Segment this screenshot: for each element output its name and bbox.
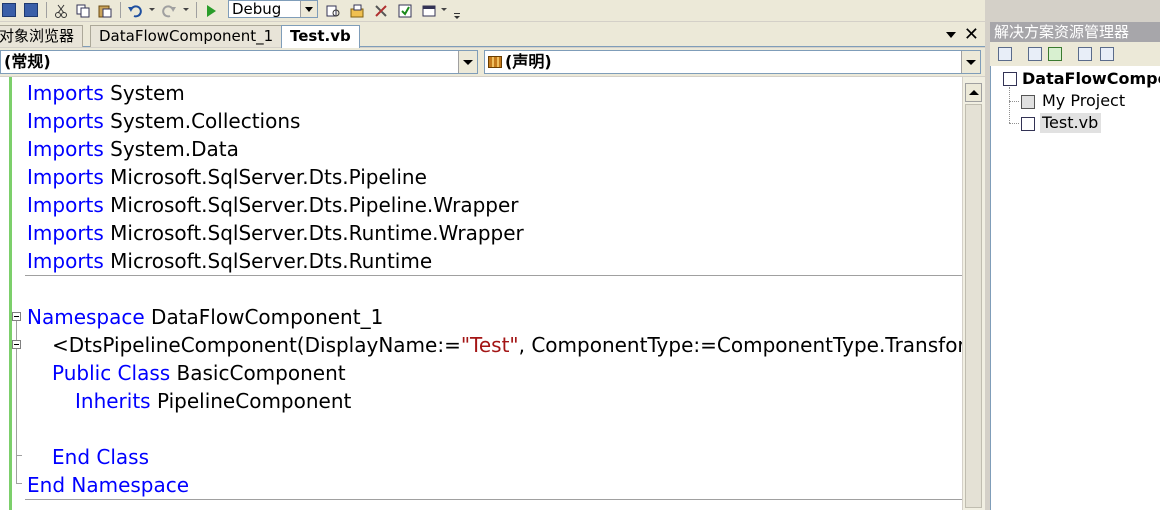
- navigation-bar: (常规) (声明): [0, 48, 985, 76]
- chevron-down-icon[interactable]: [300, 1, 317, 17]
- solution-explorer-icon[interactable]: [350, 3, 364, 18]
- my-project-icon: [1021, 95, 1035, 109]
- tree-item-test-vb[interactable]: Test.vb: [1040, 113, 1102, 133]
- scroll-up-icon[interactable]: [965, 83, 982, 102]
- toolbar-separator: [196, 2, 197, 18]
- outline-guide: [16, 455, 22, 456]
- collapse-class-icon[interactable]: [12, 340, 21, 349]
- declarations-icon: [488, 56, 502, 68]
- code-line: Namespace DataFlowComponent_1: [27, 305, 384, 329]
- solution-configuration-combo[interactable]: Debug: [228, 0, 318, 18]
- paste-icon[interactable]: [98, 3, 112, 18]
- properties-icon[interactable]: [398, 3, 412, 18]
- view-code-icon[interactable]: [1078, 47, 1092, 61]
- cut-icon[interactable]: [54, 3, 68, 18]
- find-in-files-icon[interactable]: [326, 3, 340, 17]
- save-icon[interactable]: [2, 3, 16, 17]
- toolbar-separator: [46, 2, 47, 18]
- tab-test-vb[interactable]: Test.vb: [281, 25, 360, 48]
- collapse-namespace-icon[interactable]: [12, 312, 21, 321]
- chevron-down-icon[interactable]: [961, 51, 980, 73]
- code-line: End Class: [52, 445, 149, 469]
- code-line: Inherits PipelineComponent: [75, 389, 352, 413]
- copy-icon[interactable]: [76, 3, 90, 18]
- code-line: <DtsPipelineComponent(DisplayName:="Test…: [52, 333, 962, 357]
- code-line: Imports Microsoft.SqlServer.Dts.Pipeline: [27, 165, 427, 189]
- code-line: End Namespace: [27, 473, 190, 497]
- toolbar-separator: [120, 2, 121, 18]
- code-editor[interactable]: Imports System Imports System.Collection…: [0, 77, 962, 510]
- solution-tree: DataFlowComponent_1 My Project Test.vb: [990, 66, 1160, 510]
- class-name-combo[interactable]: (常规): [0, 50, 478, 74]
- show-all-files-icon[interactable]: [1028, 47, 1042, 61]
- toolbar-overflow-icon[interactable]: [452, 4, 462, 20]
- active-files-dropdown-icon[interactable]: [945, 32, 956, 38]
- indicator-margin: [0, 77, 8, 510]
- outlining-margin: [12, 77, 24, 510]
- outline-guide: [16, 321, 17, 340]
- undo-dropdown-icon[interactable]: [149, 8, 155, 11]
- refresh-icon[interactable]: [1048, 47, 1062, 61]
- method-name-combo[interactable]: (声明): [484, 50, 981, 74]
- code-line: Imports System: [27, 81, 185, 105]
- chevron-down-icon[interactable]: [458, 51, 477, 73]
- vb-project-icon: [1003, 72, 1017, 86]
- tree-item-my-project[interactable]: My Project: [1040, 91, 1125, 111]
- tab-actions: ✕: [945, 25, 979, 45]
- method-name-value: (声明): [505, 52, 552, 71]
- code-line: Imports System.Collections: [27, 109, 301, 133]
- document-tab-strip: 对象浏览器 DataFlowComponent_1 Test.vb ✕: [0, 22, 985, 48]
- procedure-separator: [25, 499, 962, 500]
- standard-toolbar: Debug: [0, 0, 985, 21]
- code-line: Imports System.Data: [27, 137, 239, 161]
- vb-file-icon: [1021, 117, 1035, 131]
- save-all-icon[interactable]: [24, 3, 38, 17]
- code-line: Imports Microsoft.SqlServer.Dts.Runtime.…: [27, 221, 524, 245]
- code-line: Imports Microsoft.SqlServer.Dts.Runtime: [27, 249, 433, 273]
- tree-guide: [1009, 87, 1010, 123]
- editor-vertical-scrollbar[interactable]: [962, 77, 985, 510]
- tree-guide: [1009, 123, 1019, 124]
- window-dropdown-icon[interactable]: [441, 8, 447, 11]
- toolbox-icon[interactable]: [374, 3, 388, 17]
- redo-icon[interactable]: [162, 3, 176, 18]
- procedure-separator: [25, 275, 962, 276]
- code-line: Public Class BasicComponent: [52, 361, 346, 385]
- outline-guide: [16, 483, 22, 484]
- tree-guide: [1009, 101, 1019, 102]
- class-name-value: (常规): [4, 52, 51, 71]
- scroll-thumb[interactable]: [965, 104, 982, 508]
- start-debugging-icon[interactable]: [204, 3, 218, 17]
- solution-explorer-title: 解决方案资源管理器: [990, 22, 1160, 42]
- properties-icon[interactable]: [998, 47, 1012, 61]
- tab-dataflowcomponent[interactable]: DataFlowComponent_1: [90, 25, 283, 47]
- class-diagram-icon[interactable]: [1100, 47, 1114, 61]
- close-icon[interactable]: ✕: [964, 26, 979, 44]
- configuration-value: Debug: [232, 0, 282, 18]
- redo-dropdown-icon[interactable]: [183, 8, 189, 11]
- window-icon[interactable]: [422, 3, 436, 17]
- tab-object-browser[interactable]: 对象浏览器: [0, 25, 84, 47]
- code-line: Imports Microsoft.SqlServer.Dts.Pipeline…: [27, 193, 519, 217]
- undo-icon[interactable]: [128, 3, 142, 18]
- tree-item-project[interactable]: DataFlowComponent_1: [1020, 69, 1160, 89]
- outline-guide: [16, 463, 17, 483]
- solution-explorer-toolbar: [990, 42, 1160, 66]
